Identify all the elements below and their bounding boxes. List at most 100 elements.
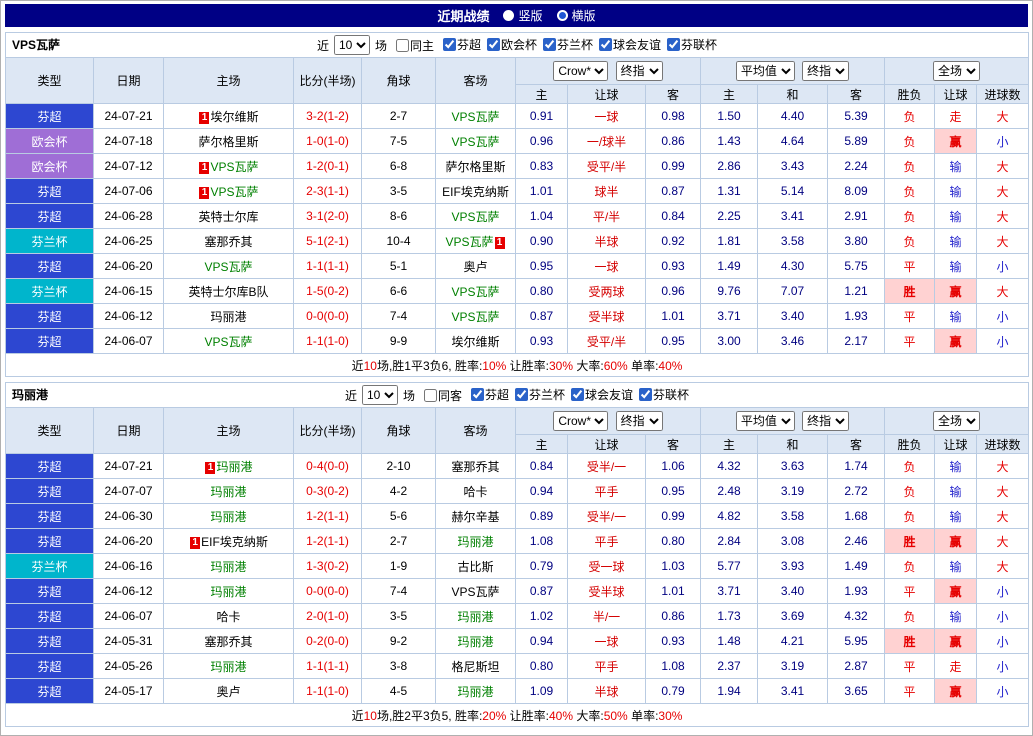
match-score[interactable]: 1-1(1-1) [293,253,362,279]
league-checkbox[interactable] [515,388,528,401]
team-name-text[interactable]: VPS瓦萨 [451,585,499,599]
team-name-text[interactable]: 玛丽港 [210,485,246,499]
league-filter[interactable]: 芬兰杯 [543,36,593,53]
team-name-text[interactable]: 奥卢 [216,685,240,699]
league-checkbox[interactable] [571,388,585,401]
fulltime-select[interactable]: 全场 [933,61,980,81]
same-venue-filter[interactable]: 同主 [395,37,434,54]
league-checkbox[interactable] [543,38,557,51]
team-name-text[interactable]: VPS瓦萨 [451,110,499,124]
league-filter[interactable]: 芬兰杯 [515,386,565,403]
same-venue-checkbox[interactable] [395,38,409,52]
team-name-text[interactable]: VPS瓦萨 [204,260,252,274]
team-name-text[interactable]: 萨尔格里斯 [445,160,505,174]
match-score[interactable]: 2-0(1-0) [293,603,362,629]
league-checkbox[interactable] [599,38,613,51]
match-score[interactable]: 1-1(1-0) [293,678,362,704]
index-type-select[interactable]: 终指 [802,61,850,81]
team-name-text[interactable]: 玛丽港 [457,635,493,649]
team-name-text[interactable]: VPS瓦萨 [451,310,499,324]
league-type-badge: 芬超 [5,203,94,229]
team-name-text[interactable]: 玛丽港 [210,560,246,574]
team-name-text[interactable]: 古比斯 [457,560,493,574]
match-score[interactable]: 3-2(1-2) [293,103,362,129]
team-name-text[interactable]: 奥卢 [463,260,487,274]
team-name-text[interactable]: VPS瓦萨 [451,285,499,299]
team-name-text[interactable]: VPS瓦萨 [210,185,258,199]
team-name-text[interactable]: 埃尔维斯 [210,110,258,124]
index-type-select[interactable]: 终指 [615,61,663,81]
league-filter[interactable]: 芬联杯 [639,386,689,403]
league-filter[interactable]: 球会友谊 [599,36,661,53]
team-name-text[interactable]: 英特士尔库B队 [188,285,268,299]
team-name-text[interactable]: 萨尔格里斯 [198,135,258,149]
match-score[interactable]: 1-2(1-1) [293,503,362,529]
league-checkbox[interactable] [487,38,500,51]
match-score[interactable]: 0-4(0-0) [293,453,362,479]
league-checkbox[interactable] [470,388,484,401]
team-name-text[interactable]: 玛丽港 [457,610,493,624]
league-filter[interactable]: 芬超 [470,386,509,403]
team-name-text[interactable]: 玛丽港 [457,535,493,549]
match-score[interactable]: 1-1(1-1) [293,653,362,679]
view-mode-option[interactable]: 竖版 [503,7,543,24]
team-name-text[interactable]: 塞那乔其 [204,235,252,249]
team-name-text[interactable]: 玛丽港 [216,460,252,474]
match-score[interactable]: 1-2(1-1) [293,528,362,554]
team-name-text[interactable]: VPS瓦萨 [210,160,258,174]
team-name-text[interactable]: 玛丽港 [210,510,246,524]
team-name-text[interactable]: VPS瓦萨 [445,235,493,249]
league-checkbox[interactable] [639,388,653,401]
match-score[interactable]: 3-1(2-0) [293,203,362,229]
team-name-text[interactable]: 格尼斯坦 [451,660,499,674]
same-venue-filter[interactable]: 同客 [423,387,462,404]
avg-home-odds: 4.32 [700,453,758,479]
team-name-text[interactable]: 玛丽港 [210,660,246,674]
team-name-text[interactable]: 埃尔维斯 [451,335,499,349]
bookmaker-select[interactable]: Crow* [553,61,609,81]
games-count-select[interactable]: 10 [361,385,398,405]
match-score[interactable]: 2-3(1-1) [293,178,362,204]
team-name-text[interactable]: 玛丽港 [457,685,493,699]
match-score[interactable]: 1-3(0-2) [293,553,362,579]
team-name-text[interactable]: 英特士尔库 [198,210,258,224]
team-name-text[interactable]: 玛丽港 [210,585,246,599]
league-filter[interactable]: 球会友谊 [571,386,633,403]
team-name-text[interactable]: 赫尔辛基 [451,510,499,524]
average-select[interactable]: 平均值 [735,61,795,81]
games-count-select[interactable]: 10 [333,35,370,55]
team-name-text[interactable]: EIF埃克纳斯 [442,185,509,199]
same-venue-checkbox[interactable] [423,388,437,402]
match-score[interactable]: 1-5(0-2) [293,278,362,304]
index-type-select[interactable]: 终指 [802,411,850,431]
fulltime-select[interactable]: 全场 [933,411,980,431]
match-score[interactable]: 1-2(0-1) [293,153,362,179]
bookmaker-select[interactable]: Crow* [553,411,609,431]
index-type-select[interactable]: 终指 [615,411,663,431]
team-name-text[interactable]: 塞那乔其 [204,635,252,649]
summary-text-group: 近10场,胜2平3负5, 胜率:20% 让胜率:40% 大率:50% 单率:30… [352,709,683,723]
match-score[interactable]: 0-2(0-0) [293,628,362,654]
league-filter[interactable]: 芬超 [442,36,481,53]
view-mode-option[interactable]: 横版 [556,7,596,24]
match-score[interactable]: 1-1(1-0) [293,328,362,354]
match-score[interactable]: 0-3(0-2) [293,478,362,504]
team-name-text[interactable]: 哈卡 [216,610,240,624]
team-name-text[interactable]: EIF埃克纳斯 [201,535,268,549]
team-name-text[interactable]: 哈卡 [463,485,487,499]
league-checkbox[interactable] [667,38,681,51]
league-filter[interactable]: 欧会杯 [487,36,537,53]
league-checkbox[interactable] [442,38,456,51]
team-name-text[interactable]: 塞那乔其 [451,460,499,474]
average-select[interactable]: 平均值 [735,411,795,431]
team-name-text[interactable]: 玛丽港 [210,310,246,324]
match-score[interactable]: 0-0(0-0) [293,578,362,604]
league-filter[interactable]: 芬联杯 [667,36,717,53]
summary-text: 大率: [573,358,604,373]
team-name-text[interactable]: VPS瓦萨 [204,335,252,349]
match-score[interactable]: 1-0(1-0) [293,128,362,154]
match-score[interactable]: 0-0(0-0) [293,303,362,329]
team-name-text[interactable]: VPS瓦萨 [451,135,499,149]
team-name-text[interactable]: VPS瓦萨 [451,210,499,224]
match-score[interactable]: 5-1(2-1) [293,228,362,254]
